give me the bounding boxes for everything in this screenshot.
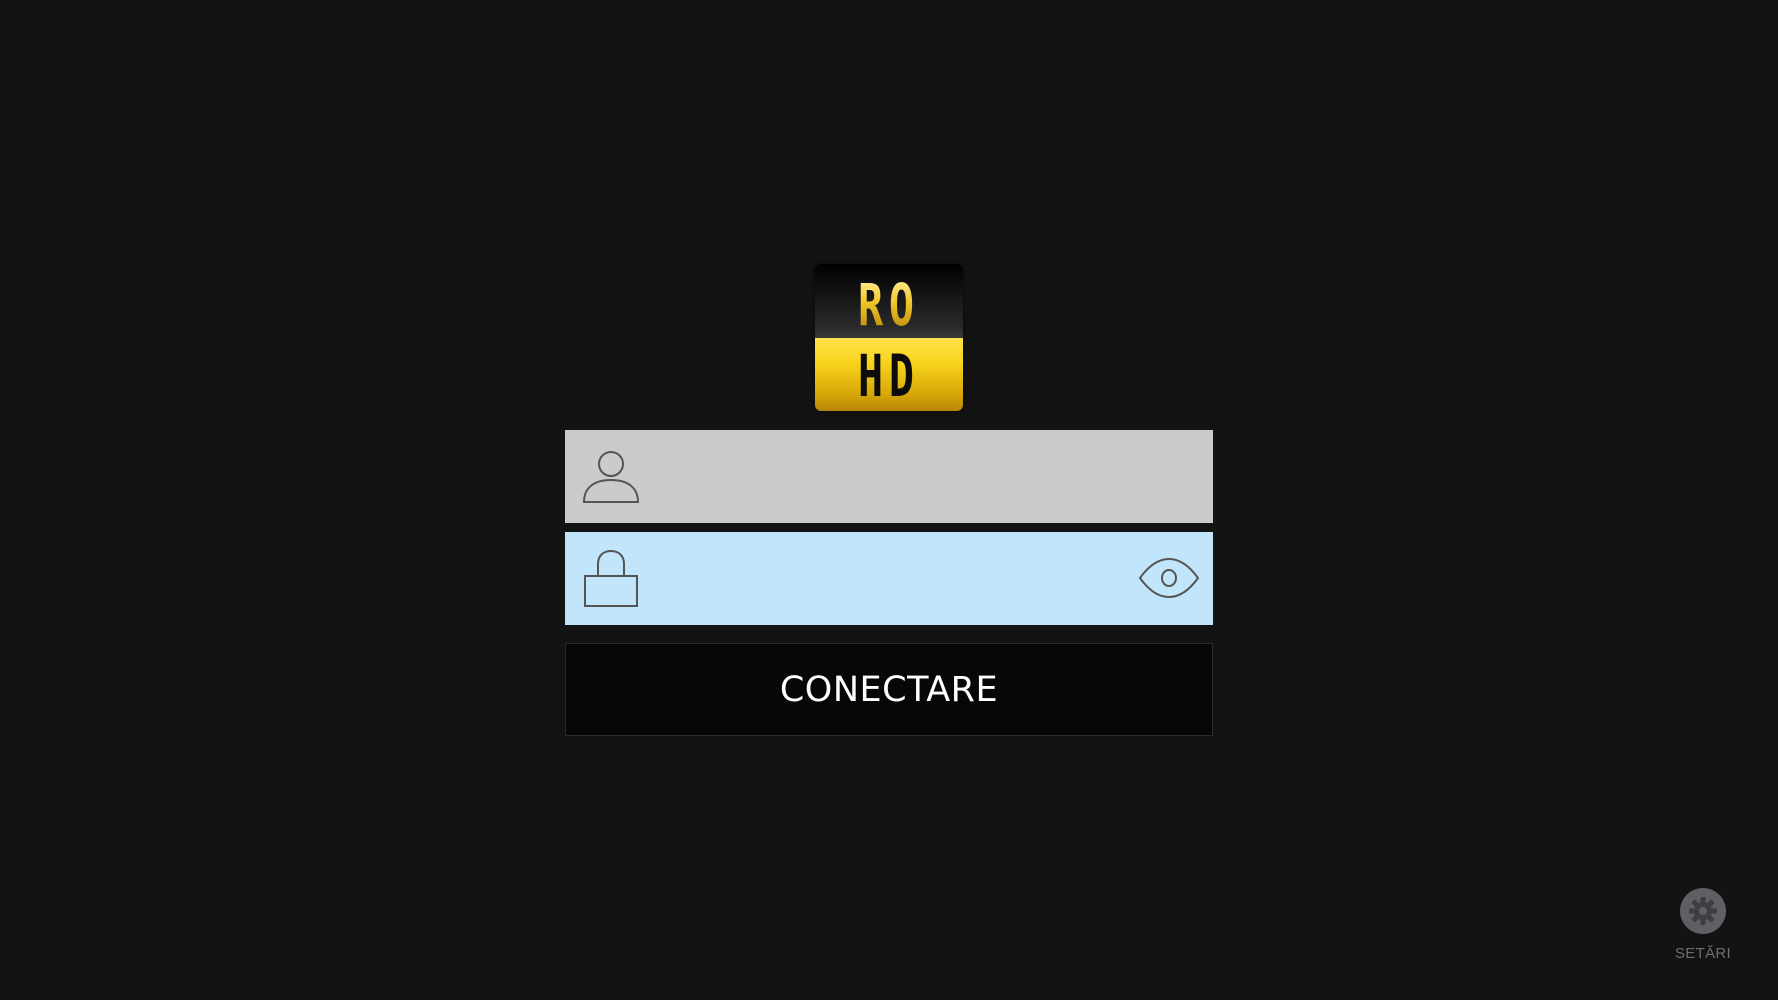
lock-icon [584,549,638,607]
eye-icon[interactable] [1138,556,1200,600]
logo-text-top: RO [858,271,920,339]
connect-button-label: CONECTARE [779,669,999,710]
connect-button[interactable]: CONECTARE [565,643,1213,736]
logo-bottom-band: HD [815,338,963,411]
gear-icon [1689,897,1717,925]
settings-button[interactable]: SETĂRI [1665,888,1741,968]
settings-label: SETĂRI [1675,945,1731,962]
login-screen: RO HD CONECTARE SETĂRI [0,0,1778,1000]
logo-top-band: RO [815,264,963,338]
password-input[interactable] [665,532,1095,625]
app-logo: RO HD [815,264,963,411]
logo-text-bottom: HD [858,341,920,410]
user-icon [582,451,640,503]
settings-circle [1680,888,1726,934]
username-field[interactable] [565,430,1213,523]
username-input[interactable] [665,430,1095,523]
password-field[interactable] [565,532,1213,625]
